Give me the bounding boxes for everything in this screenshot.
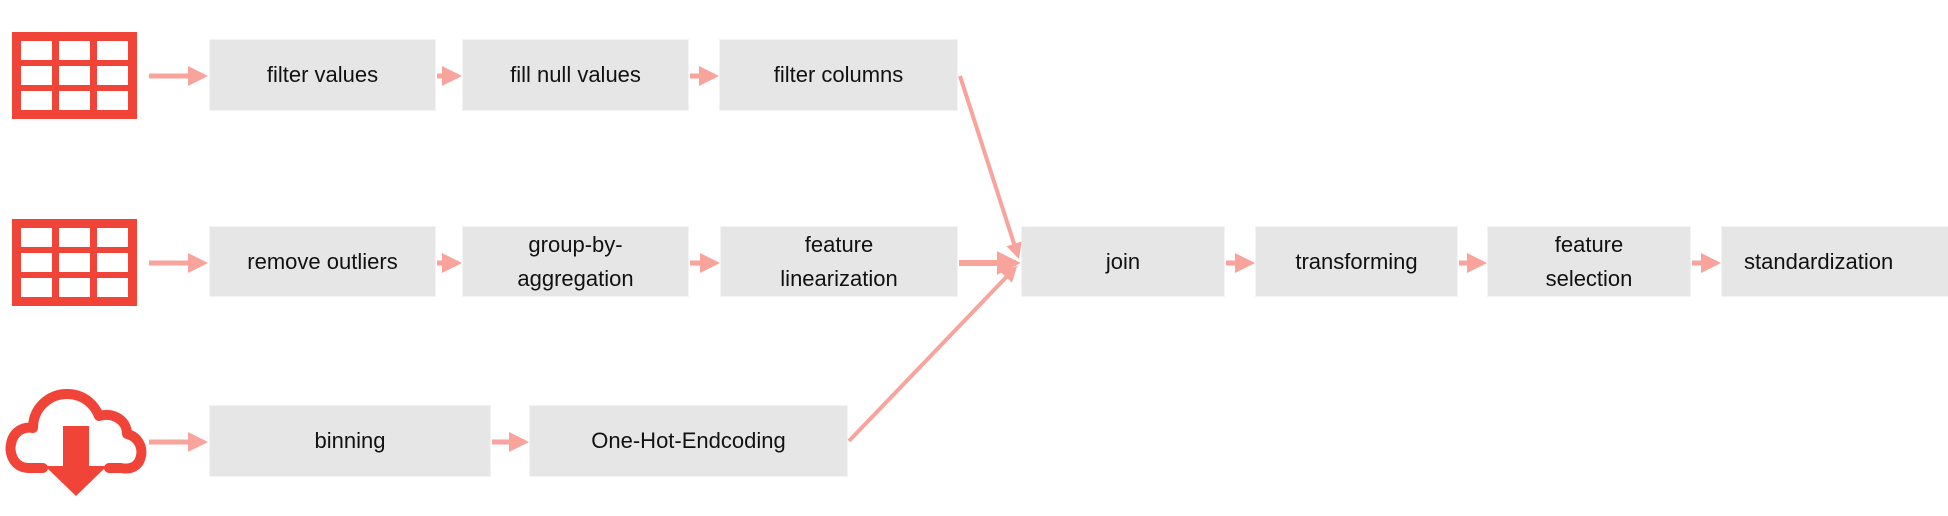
edge-filter-columns-to-join [958, 75, 1022, 260]
edges-layer [149, 66, 1721, 452]
edge-one-hot-to-join [847, 265, 1018, 443]
